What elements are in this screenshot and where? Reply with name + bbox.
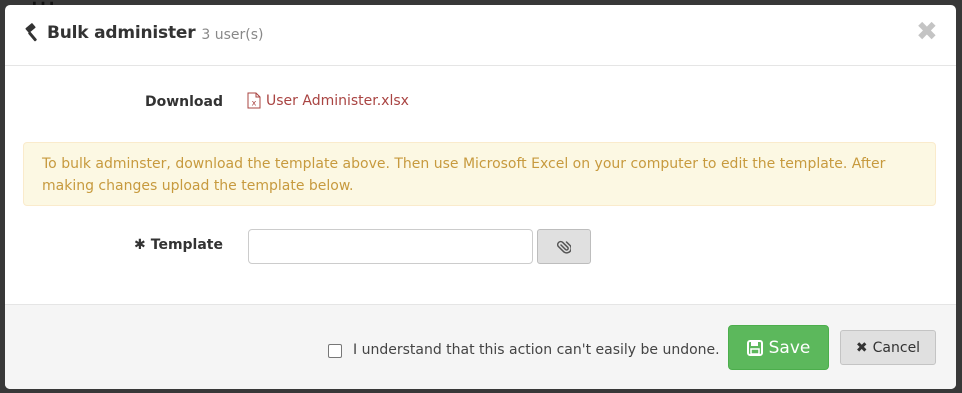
close-icon: ✖ <box>855 339 868 356</box>
download-template-link[interactable]: x User Administer.xlsx <box>247 92 409 109</box>
template-label-text: Template <box>150 237 223 253</box>
template-file-input[interactable] <box>248 229 533 264</box>
floppy-disk-icon <box>746 339 763 356</box>
bulk-administer-dialog: Bulk administer 3 user(s) ✖ Download x U… <box>5 5 956 389</box>
required-asterisk-icon: ✱ <box>134 237 146 253</box>
confirm-undo-checkbox[interactable] <box>328 344 342 358</box>
cancel-label: Cancel <box>872 339 921 356</box>
dialog-header: Bulk administer 3 user(s) ✖ <box>5 5 956 66</box>
attach-file-button[interactable] <box>537 229 591 264</box>
confirm-undo-label[interactable]: I understand that this action can't easi… <box>353 342 720 358</box>
template-label: ✱ Template <box>10 237 223 253</box>
dialog-footer: I understand that this action can't easi… <box>5 304 956 389</box>
download-file-name: User Administer.xlsx <box>266 92 409 109</box>
download-label: Download <box>144 94 223 110</box>
dialog-title: Bulk administer 3 user(s) <box>23 23 264 43</box>
dialog-title-text: Bulk administer <box>47 23 196 43</box>
save-label: Save <box>768 337 811 358</box>
paperclip-icon <box>557 240 571 254</box>
cancel-button[interactable]: ✖ Cancel <box>840 330 936 365</box>
user-count: 3 user(s) <box>201 26 264 43</box>
gavel-icon <box>25 23 37 42</box>
excel-file-icon: x <box>247 92 261 109</box>
close-icon[interactable]: ✖ <box>916 19 938 45</box>
svg-text:x: x <box>252 99 257 108</box>
save-button[interactable]: Save <box>728 325 829 370</box>
instructions-alert: To bulk adminster, download the template… <box>23 142 936 206</box>
